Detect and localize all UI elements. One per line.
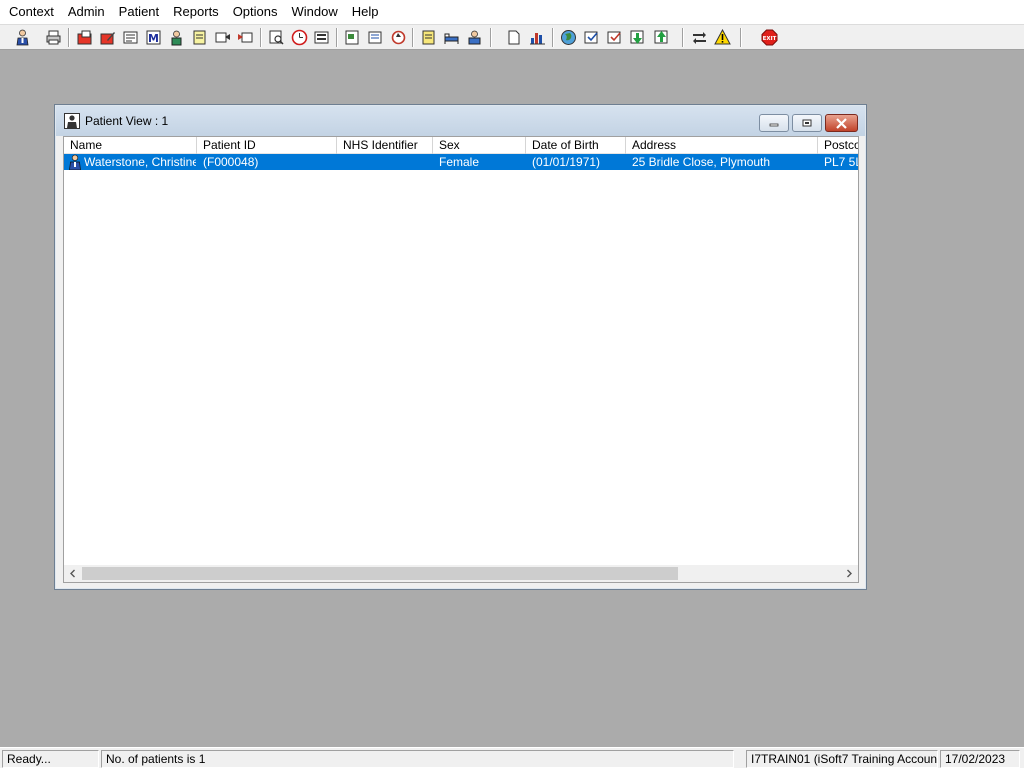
toolbar-separator	[412, 28, 414, 47]
mail-icon[interactable]: M	[143, 27, 164, 48]
toolbar-separator	[490, 28, 492, 47]
print-icon[interactable]	[43, 27, 64, 48]
patient-view-window: Patient View : 1 Name Patient ID NHS Ide…	[54, 104, 867, 590]
menu-window[interactable]: Window	[285, 1, 345, 23]
toolbar-separator	[682, 28, 684, 47]
svg-text:M: M	[148, 32, 159, 45]
close-icon	[836, 117, 847, 129]
form-icon[interactable]	[581, 27, 602, 48]
document-view-icon[interactable]	[342, 27, 363, 48]
column-header-postcode[interactable]: Postco	[818, 137, 858, 154]
column-header-name[interactable]: Name	[64, 137, 197, 154]
clock-icon[interactable]	[289, 27, 310, 48]
notes-icon[interactable]	[189, 27, 210, 48]
menu-options[interactable]: Options	[226, 1, 285, 23]
document-edit-icon[interactable]	[365, 27, 386, 48]
refresh-icon[interactable]	[388, 27, 409, 48]
scroll-left-button[interactable]	[64, 565, 81, 582]
menu-help[interactable]: Help	[345, 1, 386, 23]
doctor-icon[interactable]	[166, 27, 187, 48]
user-account: I7TRAIN01 (iSoft7 Training Account)	[746, 750, 938, 768]
chevron-right-icon	[847, 569, 852, 578]
note-icon[interactable]	[418, 27, 439, 48]
patient-icon	[69, 154, 81, 170]
cell-patient-id: (F000048)	[203, 155, 259, 169]
message-out-icon[interactable]	[235, 27, 256, 48]
edit-icon[interactable]	[97, 27, 118, 48]
toolbar: M EXIT	[0, 24, 1024, 50]
exit-button[interactable]: EXIT	[759, 27, 780, 48]
patient-icon[interactable]	[12, 27, 33, 48]
column-header-sex[interactable]: Sex	[433, 137, 526, 154]
cell-nhs-identifier	[343, 154, 431, 170]
restore-button[interactable]	[792, 114, 822, 132]
menu-bar: Context Admin Patient Reports Options Wi…	[0, 0, 1024, 24]
window-title: Patient View : 1	[85, 114, 169, 128]
column-header-patient-id[interactable]: Patient ID	[197, 137, 337, 154]
table-row[interactable]: Waterstone, Christine... (F000048) Femal…	[64, 154, 858, 170]
status-bar: Ready... No. of patients is 1 I7TRAIN01 …	[0, 747, 1024, 768]
column-header-address[interactable]: Address	[626, 137, 818, 154]
scrollbar-thumb[interactable]	[82, 567, 678, 580]
cell-postcode: PL7 5L	[824, 155, 858, 169]
stop-sign-icon: EXIT	[761, 29, 778, 46]
toolbar-separator	[740, 28, 742, 47]
cell-sex: Female	[439, 155, 480, 169]
list-header: Name Patient ID NHS Identifier Sex Date …	[64, 137, 858, 154]
page-icon[interactable]	[503, 27, 524, 48]
cell-name: Waterstone, Christine...	[84, 155, 196, 169]
warning-icon[interactable]	[712, 27, 733, 48]
menu-reports[interactable]: Reports	[166, 1, 226, 23]
transfer-icon[interactable]	[464, 27, 485, 48]
bed-icon[interactable]	[441, 27, 462, 48]
patient-window-icon	[64, 113, 80, 129]
minimize-button[interactable]	[759, 114, 789, 132]
toolbar-separator	[336, 28, 338, 47]
chevron-left-icon	[70, 569, 75, 578]
svg-text:EXIT: EXIT	[763, 36, 777, 42]
message-in-icon[interactable]	[212, 27, 233, 48]
patient-count: No. of patients is 1	[101, 750, 734, 768]
chart-icon[interactable]	[527, 27, 548, 48]
restore-icon	[802, 119, 812, 127]
folder-open-icon[interactable]	[74, 27, 95, 48]
view-icon[interactable]	[120, 27, 141, 48]
menu-context[interactable]: Context	[2, 1, 61, 23]
globe-icon[interactable]	[558, 27, 579, 48]
list-icon[interactable]	[311, 27, 332, 48]
column-header-date-of-birth[interactable]: Date of Birth	[526, 137, 626, 154]
horizontal-scrollbar[interactable]	[64, 565, 858, 582]
form-check-icon[interactable]	[604, 27, 625, 48]
status-text: Ready...	[2, 750, 99, 768]
arrow-down-icon[interactable]	[627, 27, 648, 48]
search-icon[interactable]	[266, 27, 287, 48]
swap-icon[interactable]	[689, 27, 710, 48]
toolbar-separator	[552, 28, 554, 47]
cell-address: 25 Bridle Close, Plymouth	[632, 155, 771, 169]
arrow-up-icon[interactable]	[651, 27, 672, 48]
menu-patient[interactable]: Patient	[112, 1, 166, 23]
patient-list[interactable]: Name Patient ID NHS Identifier Sex Date …	[63, 136, 859, 583]
window-titlebar[interactable]: Patient View : 1	[56, 106, 865, 136]
menu-admin[interactable]: Admin	[61, 1, 112, 23]
toolbar-separator	[260, 28, 262, 47]
cell-date-of-birth: (01/01/1971)	[532, 155, 601, 169]
toolbar-separator	[68, 28, 70, 47]
status-date: 17/02/2023	[940, 750, 1020, 768]
close-button[interactable]	[825, 114, 858, 132]
column-header-nhs-identifier[interactable]: NHS Identifier	[337, 137, 433, 154]
scroll-right-button[interactable]	[841, 565, 858, 582]
minimize-icon	[769, 123, 779, 127]
